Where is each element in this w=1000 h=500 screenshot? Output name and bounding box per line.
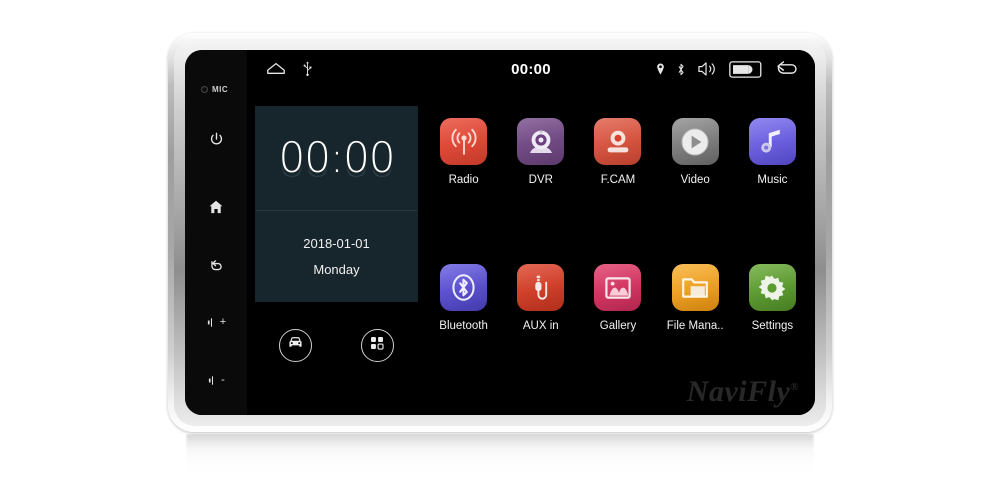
app-tile: [440, 264, 488, 311]
app-tile: [517, 118, 565, 165]
app-fcam[interactable]: F.CAM: [579, 106, 656, 186]
app-dvr[interactable]: DVR: [502, 106, 579, 186]
car-icon: [286, 333, 305, 357]
app-tile: [748, 118, 796, 165]
volume-up-key[interactable]: +: [185, 305, 247, 339]
app-grid: Radio DVR F.CAM Video Music Bluetooth AU…: [425, 106, 811, 398]
shortcut-button-row: [255, 318, 418, 372]
app-video[interactable]: Video: [657, 106, 734, 186]
app-tile: [671, 264, 719, 311]
microphone-hole-icon: [201, 86, 208, 93]
volume-speaker-icon[interactable]: [697, 60, 718, 78]
home-icon: [207, 198, 225, 216]
clock-widget-time: 00:00: [278, 133, 395, 182]
registered-mark: ®: [790, 381, 799, 393]
all-apps-button[interactable]: [360, 328, 394, 362]
app-bluetooth[interactable]: Bluetooth: [425, 252, 502, 332]
front-camera-icon: [602, 126, 634, 158]
bluetooth-icon[interactable]: [676, 62, 686, 77]
app-music[interactable]: Music: [734, 106, 811, 186]
gear-icon: [756, 272, 788, 304]
screenshot-stage: MIC + - 00:00 00:00 00:00 2018-01-01 Mon…: [0, 0, 1000, 500]
app-label: File Mana..: [666, 320, 724, 332]
radio-signal-icon: [447, 125, 481, 159]
back-key[interactable]: [185, 249, 247, 283]
volume-icon: +: [206, 316, 226, 329]
clock-widget-date: 2018-01-01: [303, 236, 370, 251]
app-gallery[interactable]: Gallery: [579, 252, 656, 332]
folder-icon: [679, 272, 711, 304]
app-label: AUX in: [522, 320, 559, 332]
app-aux-in[interactable]: AUX in: [502, 252, 579, 332]
status-bar-right: [656, 50, 801, 88]
head-unit-bezel: MIC + - 00:00 00:00 00:00 2018-01-01 Mon…: [168, 33, 832, 432]
webcam-icon: [525, 126, 557, 158]
app-tile: [671, 118, 719, 165]
app-label: Gallery: [599, 320, 637, 332]
clock-date-widget[interactable]: 00:00 00:00 2018-01-01 Monday: [255, 106, 418, 302]
app-tile: [517, 264, 565, 311]
power-icon: [208, 131, 225, 148]
app-tile: [594, 118, 642, 165]
app-label: Settings: [751, 320, 794, 332]
home-key[interactable]: [185, 190, 247, 224]
brand-watermark-text: NaviFly: [686, 375, 791, 408]
aux-plug-icon: [526, 273, 556, 303]
volume-down-key[interactable]: -: [185, 363, 247, 397]
app-label: Music: [757, 174, 788, 186]
app-label: F.CAM: [600, 174, 636, 186]
app-label: Radio: [448, 174, 479, 186]
app-label: DVR: [528, 174, 553, 186]
music-note-icon: [756, 126, 788, 158]
battery-icon[interactable]: [729, 60, 763, 78]
device-reflection: [186, 434, 814, 490]
bezel-inner-ring: MIC + - 00:00 00:00 00:00 2018-01-01 Mon…: [174, 39, 826, 426]
back-arrow-icon: [207, 257, 225, 275]
volume-icon: -: [207, 374, 225, 387]
app-radio[interactable]: Radio: [425, 106, 502, 186]
hardware-key-column: MIC + -: [185, 50, 247, 415]
app-tile: [748, 264, 796, 311]
location-pin-icon[interactable]: [656, 63, 665, 75]
power-key[interactable]: [185, 122, 247, 156]
app-label: Video: [680, 174, 710, 186]
clock-widget-time-area: 00:00 00:00: [255, 106, 418, 210]
app-label: Bluetooth: [439, 320, 488, 332]
brand-watermark: NaviFly®: [687, 375, 799, 409]
device-face: MIC + - 00:00 00:00 00:00 2018-01-01 Mon…: [185, 50, 815, 415]
app-file-manager[interactable]: File Mana..: [657, 252, 734, 332]
microphone-label: MIC: [212, 85, 229, 94]
app-settings[interactable]: Settings: [734, 252, 811, 332]
clock-widget-weekday: Monday: [313, 262, 360, 277]
photo-icon: [602, 272, 634, 304]
app-tile: [440, 118, 488, 165]
volume-up-sign: +: [219, 315, 227, 328]
car-shortcut-button[interactable]: [279, 328, 313, 362]
apps-grid-icon: [368, 334, 386, 357]
app-tile: [594, 264, 642, 311]
play-circle-icon: [678, 125, 712, 159]
clock-widget-date-area: 2018-01-01 Monday: [255, 211, 418, 302]
back-arrow-icon[interactable]: [774, 59, 801, 80]
volume-down-sign: -: [221, 373, 225, 386]
touchscreen[interactable]: 00:00 00:00 00:00 2018-01-01 Monday Radi…: [247, 50, 815, 415]
bluetooth-icon: [447, 271, 480, 304]
microphone-indicator: MIC: [201, 85, 228, 94]
status-bar: 00:00: [247, 50, 815, 88]
